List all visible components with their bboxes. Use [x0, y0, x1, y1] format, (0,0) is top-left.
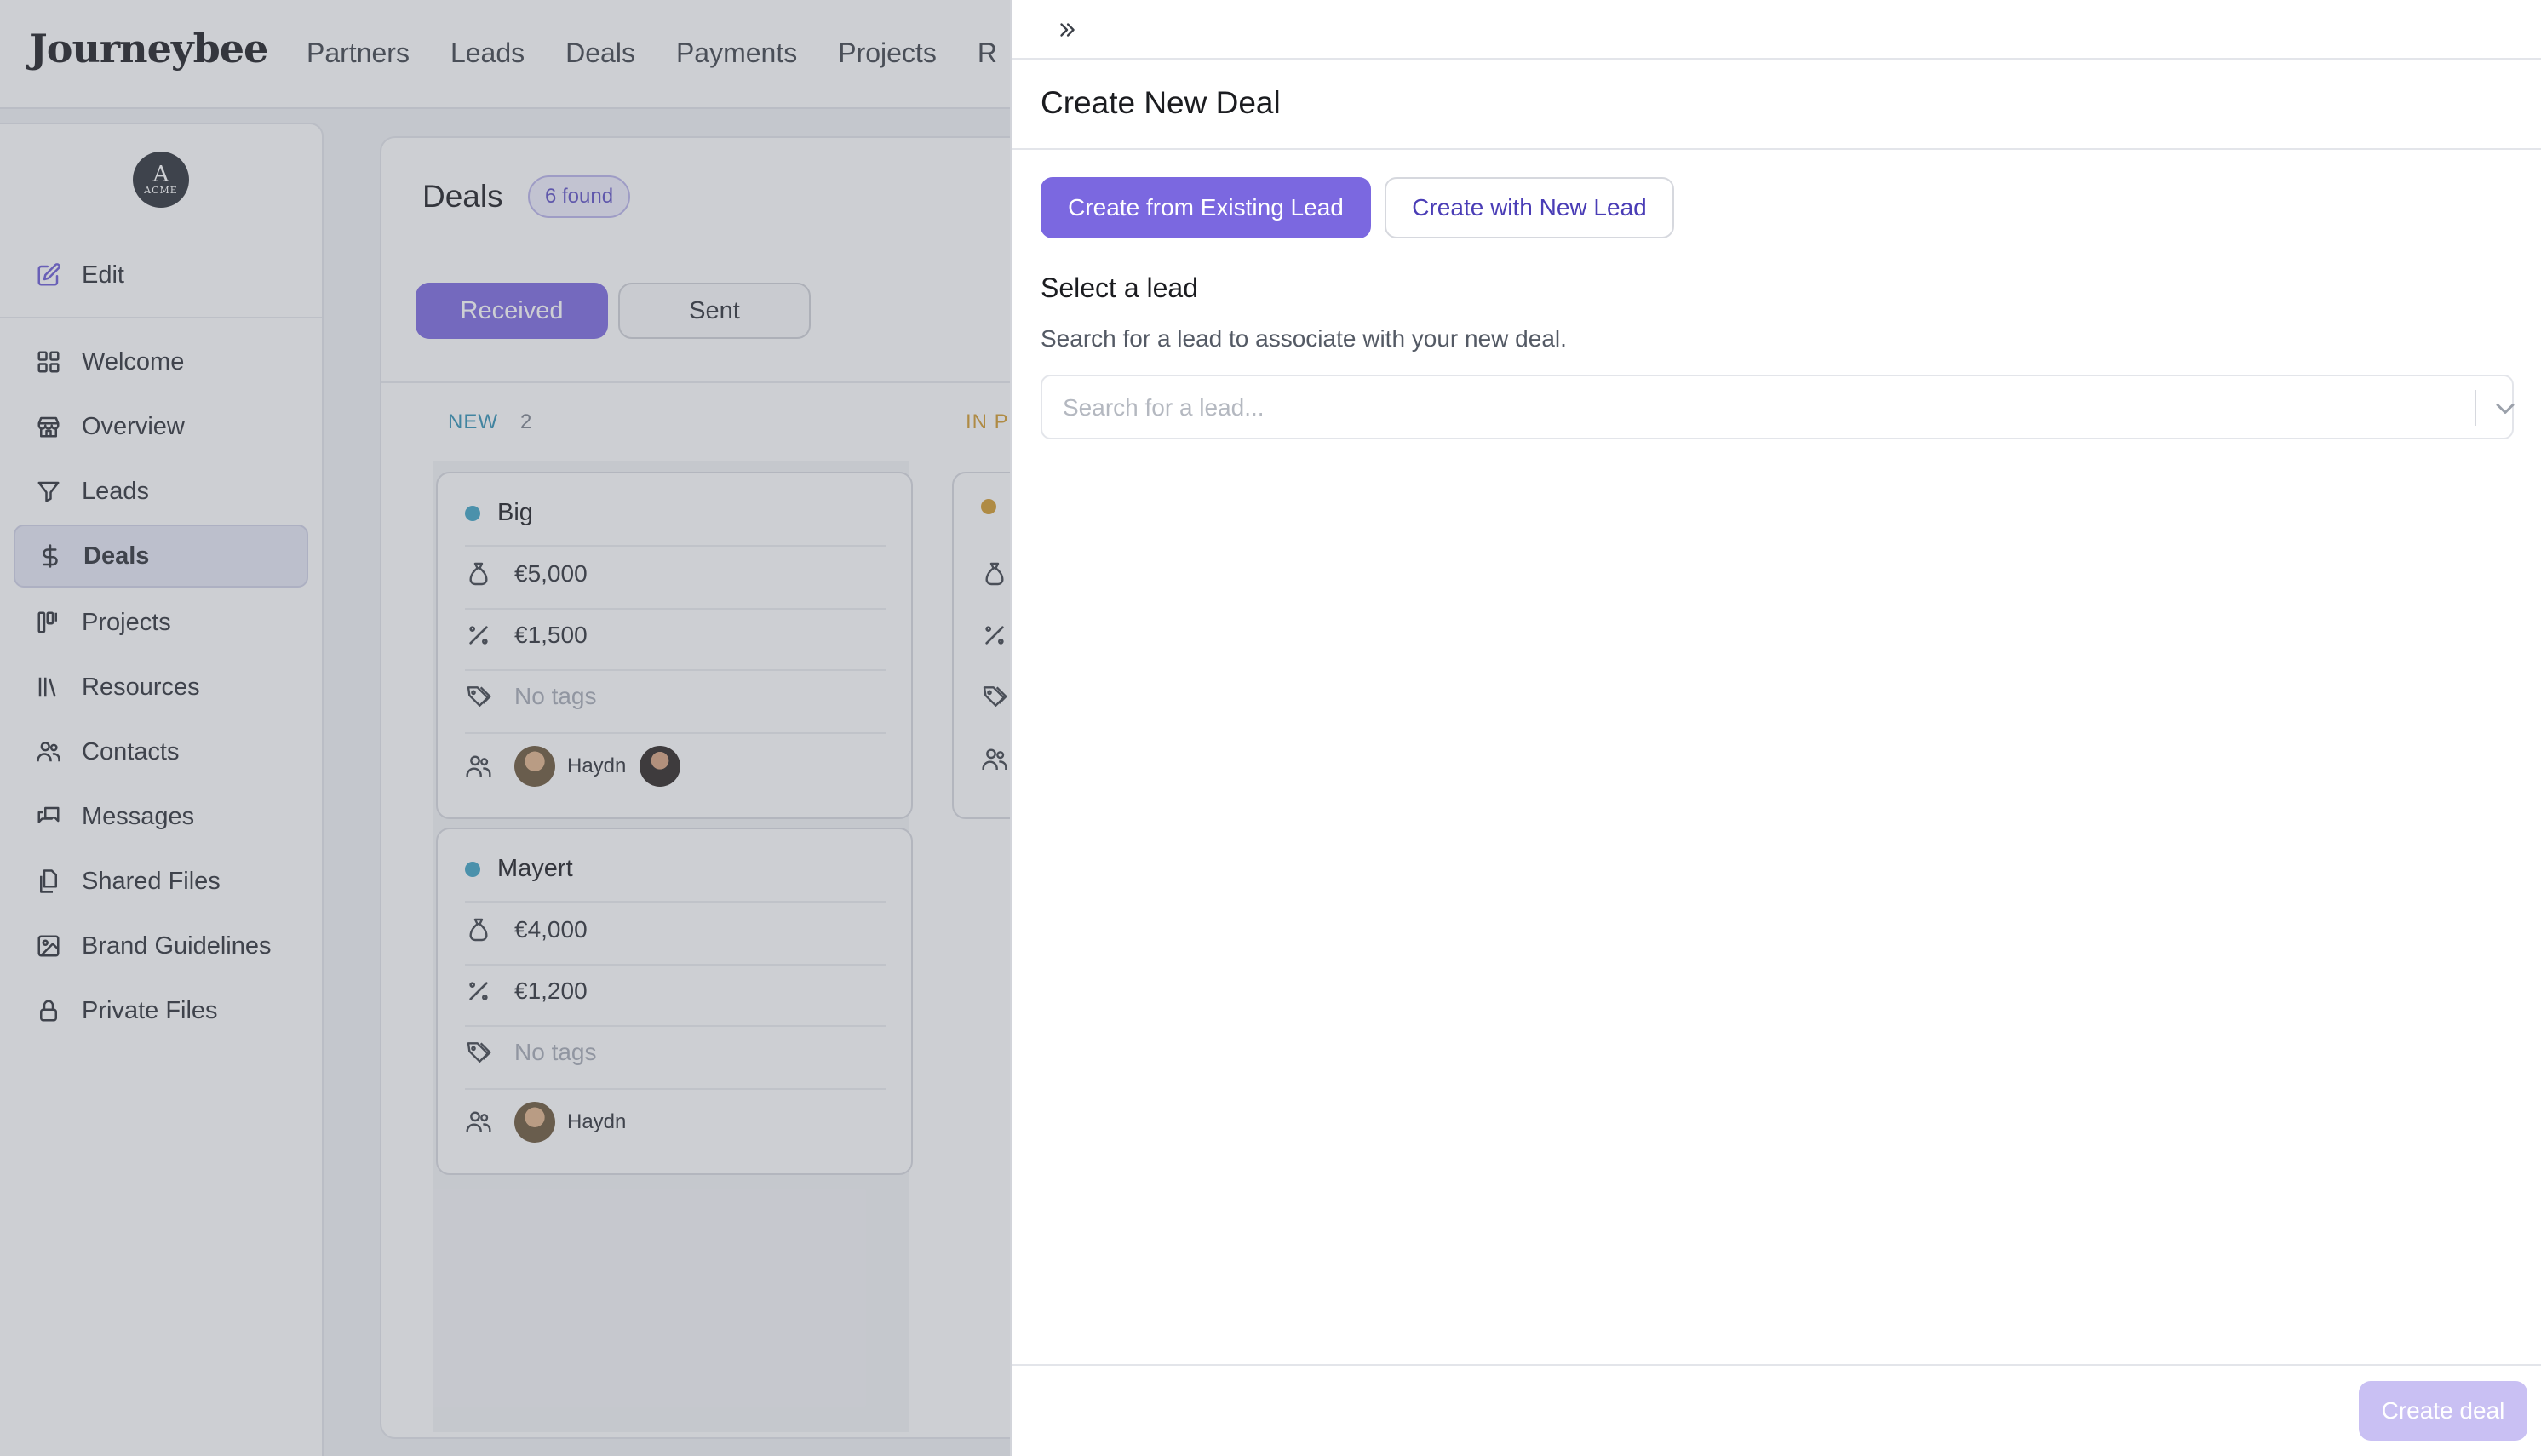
create-deal-button[interactable]: Create deal	[2359, 1381, 2527, 1441]
create-from-existing-lead-button[interactable]: Create from Existing Lead	[1041, 177, 1371, 238]
select-lead-heading: Select a lead	[1041, 272, 1199, 303]
drawer-footer-divider	[1012, 1364, 2541, 1366]
lead-search-combobox[interactable]	[1041, 375, 2515, 439]
collapse-drawer-button[interactable]	[1053, 15, 1081, 44]
drawer-title-bar: Create New Deal	[1012, 60, 2541, 150]
chevron-down-icon[interactable]	[2490, 393, 2521, 424]
combobox-separator	[2475, 390, 2476, 426]
lead-search-input[interactable]	[1063, 390, 2374, 426]
modal-backdrop[interactable]	[0, 0, 1010, 1456]
chevrons-right-icon	[1060, 23, 1075, 37]
drawer-header	[1012, 0, 2541, 60]
drawer-title: Create New Deal	[1041, 85, 1281, 120]
create-with-new-lead-button[interactable]: Create with New Lead	[1385, 177, 1674, 238]
select-lead-description: Search for a lead to associate with your…	[1041, 325, 1567, 352]
create-deal-drawer: Create New Deal Create from Existing Lea…	[1010, 0, 2541, 1456]
